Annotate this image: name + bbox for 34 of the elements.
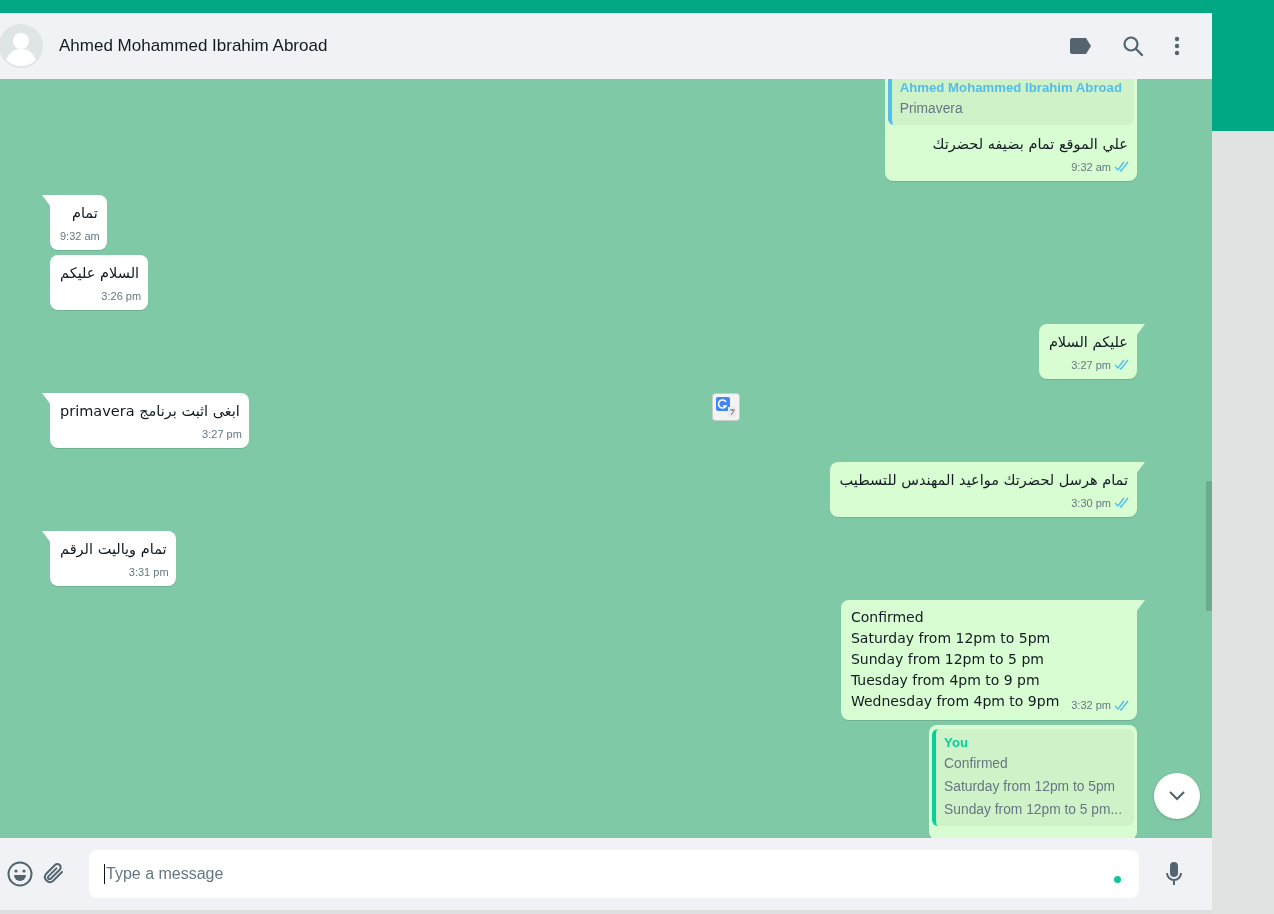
status-dot-icon [1114,876,1121,883]
message-input[interactable]: Type a message [89,850,1139,898]
message-text: تمام وياليت الرقم [60,540,168,560]
message-text: ابغى اثبت برنامج primavera [60,402,241,422]
message-time: 3:27 pm [202,427,242,440]
message-text: علي الموقع تمام بضيفه لحضرتك [931,135,1129,155]
message-text: Confirmed [850,609,924,625]
quote-author: You [944,735,969,750]
message-text: Wednesday from 4pm to 9pm [850,693,1060,709]
message-time: 3:26 pm [101,289,142,302]
quote-text: Confirmed [944,755,1009,773]
quote-text: Primavera [899,100,964,118]
message-text: عليكم السلام [1048,333,1129,353]
contact-name[interactable]: Ahmed Mohammed Ibrahim Abroad [59,36,328,56]
message-text: السلام عليكم [60,264,141,284]
translate-icon[interactable] [712,393,740,421]
message-time: 3:27 pm [1071,358,1111,371]
message-time: 3:30 pm [1071,496,1111,509]
quote-text: Sunday from 12pm to 5 pm... [944,801,1122,819]
quoted-message[interactable]: You Confirmed Saturday from 12pm to 5pm Sunday from 12pm to 5 pm... [932,729,1134,826]
message-time: 3:32 pm [1071,698,1111,713]
quote-author: Ahmed Mohammed Ibrahim Abroad [899,80,1122,95]
message-text: تمام [70,204,99,223]
message-time: 3:31 pm [128,565,169,578]
text-cursor [104,864,105,884]
chevron-down-icon [1168,790,1186,802]
quote-text: Saturday from 12pm to 5pm [944,778,1117,796]
message-text: Tuesday from 4pm to 9 pm [850,672,1040,688]
message-text: Sunday from 12pm to 5 pm [850,651,1044,667]
message-time: 9:32 am [1071,160,1111,173]
quoted-message[interactable]: Ahmed Mohammed Ibrahim Abroad Primavera [887,79,1134,125]
message-time: 9:32 am [60,229,100,242]
message-text: Saturday from 12pm to 5pm [850,630,1051,646]
message-text: تمام هرسل لحضرتك مواعيد المهندس للتسطيب [839,471,1129,491]
